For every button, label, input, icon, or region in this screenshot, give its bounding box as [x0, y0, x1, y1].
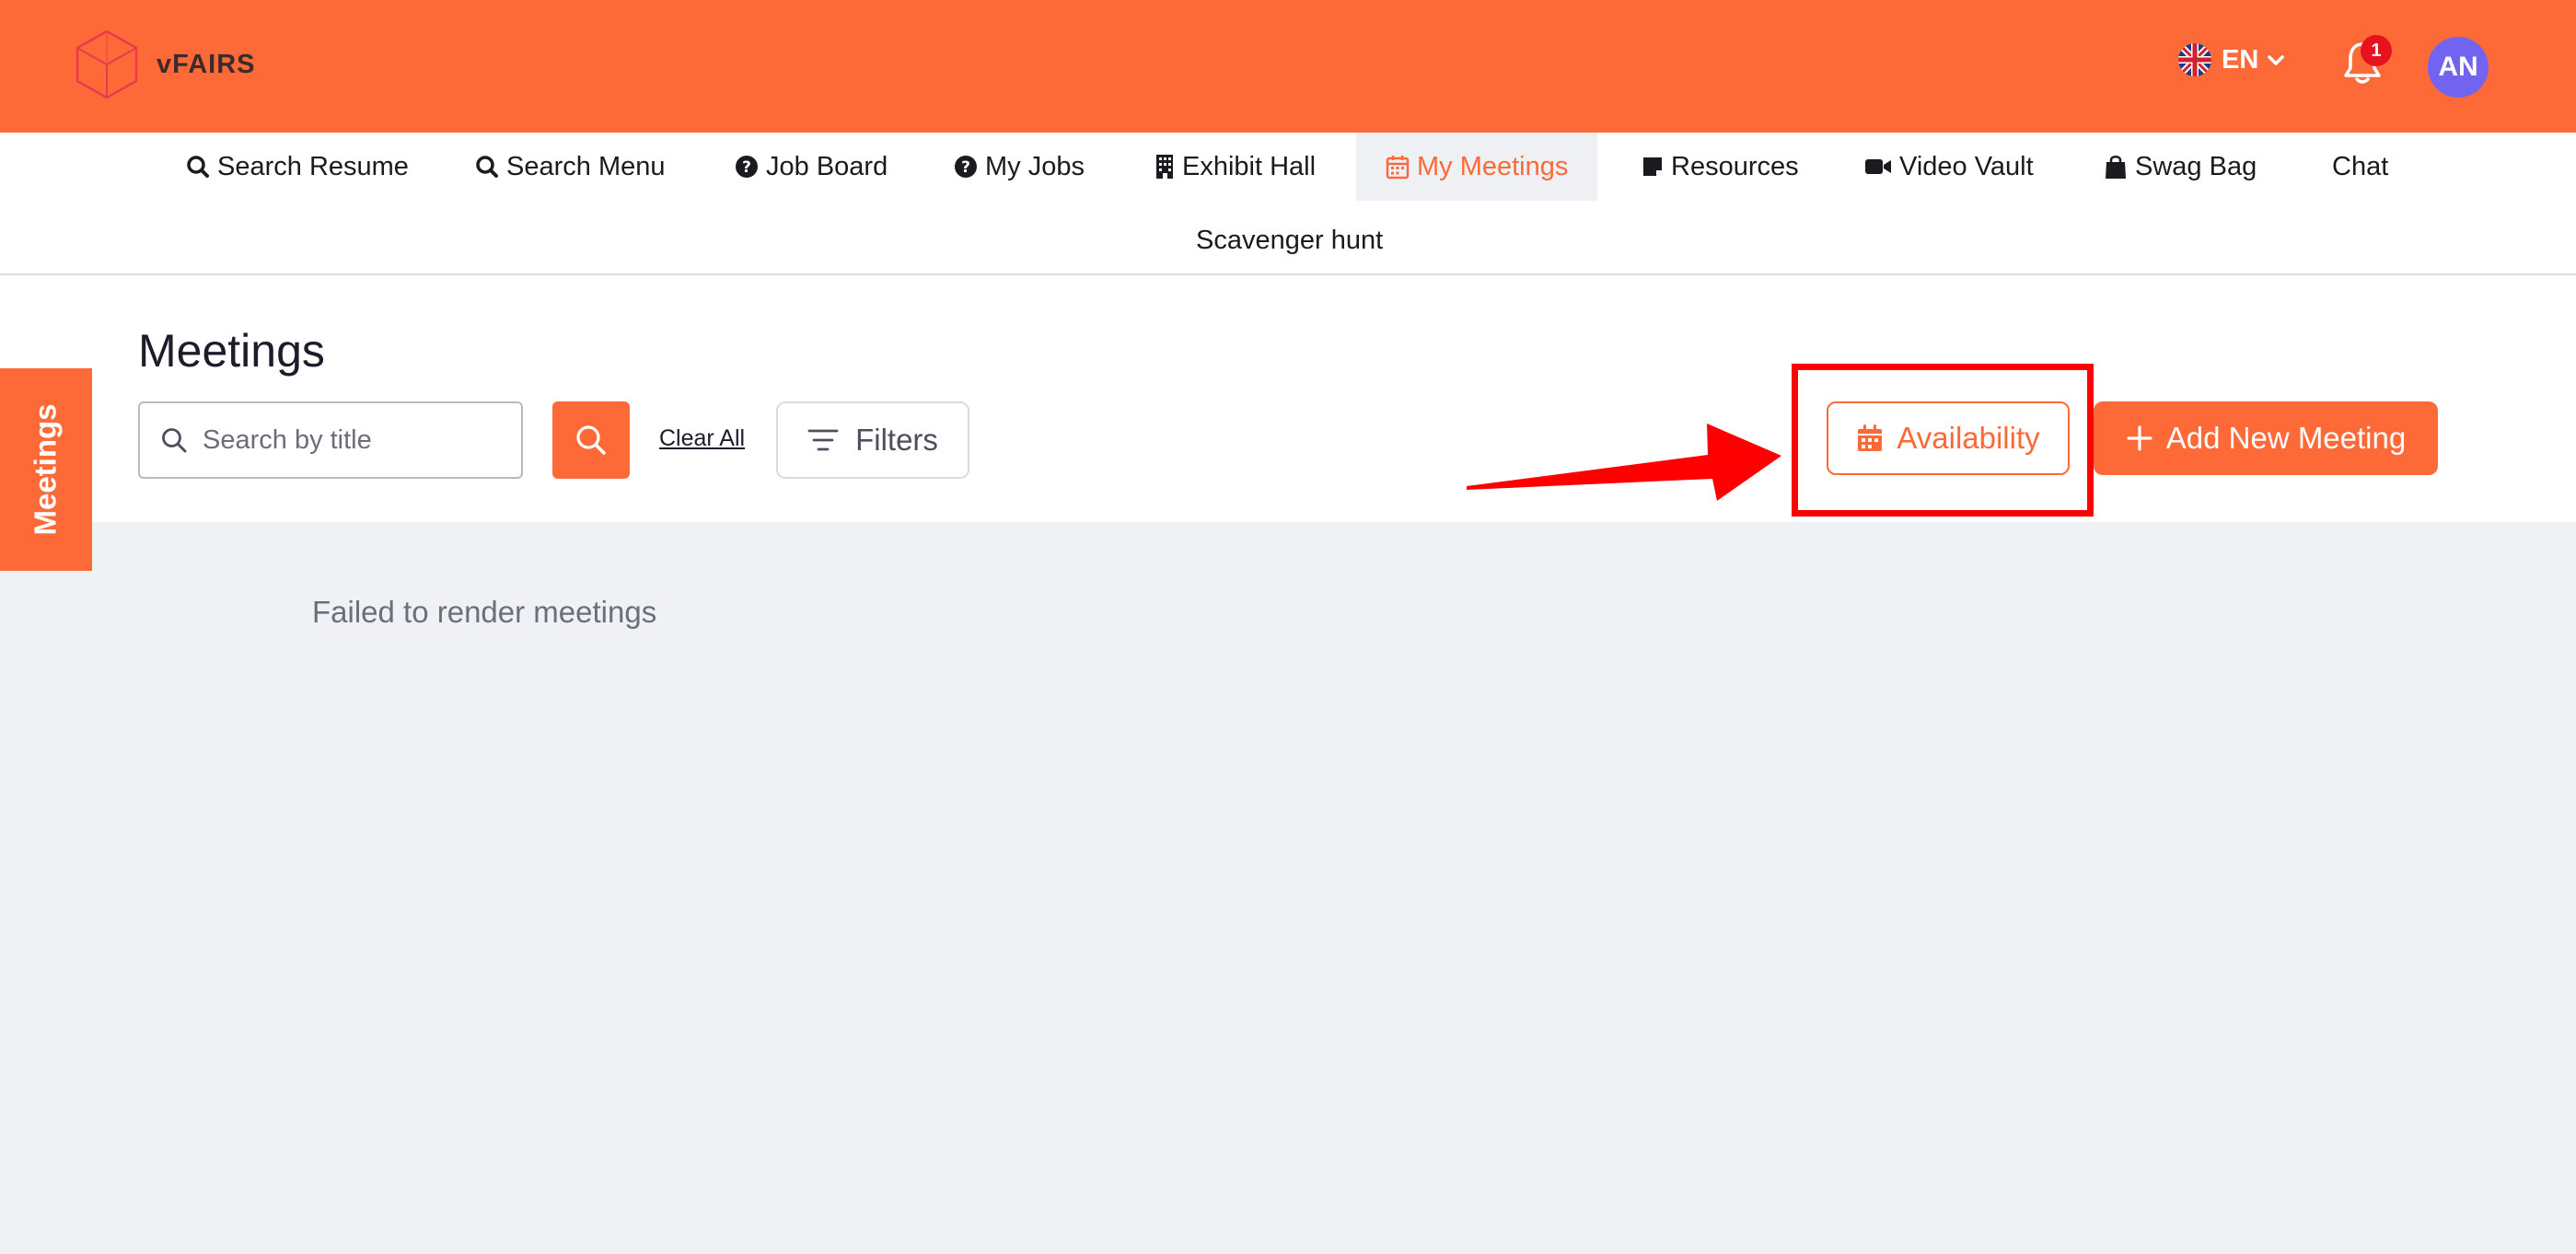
nav-label: Search Resume	[217, 151, 409, 181]
question-circle-icon: ?	[736, 156, 758, 178]
main-nav: Search Resume Search Menu ? Job Board ? …	[0, 133, 2576, 275]
search-button[interactable]	[552, 401, 630, 479]
nav-item-my-jobs[interactable]: ? My Jobs	[924, 133, 1114, 201]
svg-text:?: ?	[742, 158, 751, 177]
logo-text: vFAIRS	[157, 49, 256, 79]
meetings-toolbar-area	[0, 275, 2576, 522]
building-icon	[1156, 155, 1173, 179]
vfairs-logo[interactable]: vFAIRS	[74, 28, 256, 101]
nav-label: Video Vault	[1899, 151, 2034, 181]
nav-item-swag-bag[interactable]: Swag Bag	[2074, 133, 2286, 201]
filters-button[interactable]: Filters	[776, 401, 969, 479]
notification-badge: 1	[2361, 35, 2392, 66]
svg-text:?: ?	[961, 158, 970, 177]
uk-flag-icon	[2178, 43, 2211, 76]
nav-item-video-vault[interactable]: Video Vault	[1835, 133, 2063, 201]
plus-icon	[2127, 425, 2152, 451]
red-arrow-annotation	[1467, 424, 1781, 501]
search-field[interactable]	[138, 401, 523, 479]
nav-item-search-resume[interactable]: Search Resume	[157, 133, 438, 201]
meetings-side-tab[interactable]: Meetings	[0, 368, 92, 571]
nav-label: Swag Bag	[2135, 151, 2257, 181]
nav-item-job-board[interactable]: ? Job Board	[705, 133, 917, 201]
nav-label: My Meetings	[1417, 151, 1569, 181]
nav-label: Search Menu	[506, 151, 666, 181]
add-new-meeting-button[interactable]: Add New Meeting	[2094, 401, 2438, 475]
nav-item-scavenger-hunt[interactable]: Scavenger hunt	[1166, 206, 1412, 274]
nav-label: Exhibit Hall	[1182, 151, 1317, 181]
search-icon	[476, 156, 498, 178]
nav-item-chat[interactable]: Chat	[2303, 133, 2418, 201]
nav-label: Chat	[2332, 151, 2389, 181]
search-icon	[187, 156, 209, 178]
nav-label: Scavenger hunt	[1196, 225, 1384, 255]
clear-all-link[interactable]: Clear All	[659, 425, 745, 452]
top-header: vFAIRS EN 1 AN	[0, 0, 2576, 133]
nav-label: Resources	[1671, 151, 1799, 181]
nav-label: My Jobs	[985, 151, 1085, 181]
video-camera-icon	[1865, 159, 1891, 174]
language-label: EN	[2222, 44, 2259, 75]
note-icon	[1643, 157, 1662, 176]
user-avatar[interactable]: AN	[2428, 37, 2489, 98]
shopping-bag-icon	[2106, 156, 2126, 179]
filter-icon	[807, 429, 839, 451]
search-icon	[162, 428, 187, 453]
nav-item-exhibit-hall[interactable]: Exhibit Hall	[1125, 133, 1345, 201]
nav-item-my-meetings[interactable]: My Meetings	[1356, 133, 1598, 201]
side-tab-label: Meetings	[29, 403, 63, 536]
calendar-icon	[1386, 156, 1410, 180]
nav-item-resources[interactable]: Resources	[1612, 133, 1828, 201]
nav-label: Job Board	[766, 151, 888, 181]
question-circle-icon: ?	[955, 156, 977, 178]
add-new-meeting-label: Add New Meeting	[2165, 421, 2407, 455]
page-title: Meetings	[138, 325, 325, 377]
logo-cube-icon	[75, 29, 138, 99]
highlight-box	[1792, 364, 2094, 517]
language-selector[interactable]: EN	[2177, 42, 2286, 77]
search-input[interactable]	[203, 424, 506, 456]
search-icon	[576, 425, 606, 455]
chevron-down-icon	[2268, 55, 2285, 65]
nav-item-search-menu[interactable]: Search Menu	[446, 133, 695, 201]
filters-label: Filters	[855, 423, 938, 457]
error-message: Failed to render meetings	[312, 595, 657, 629]
